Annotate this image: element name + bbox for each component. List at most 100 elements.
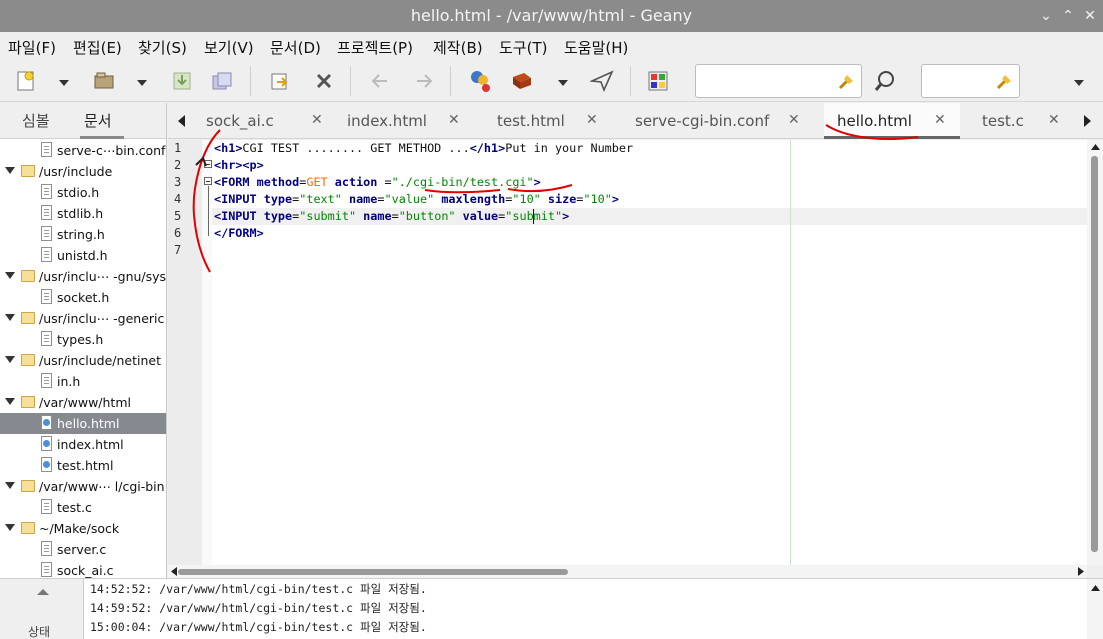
code-line[interactable]: <INPUT type="text" name="value" maxlengt… bbox=[214, 192, 619, 206]
tree-file[interactable]: unistd.h bbox=[0, 245, 166, 266]
scroll-right-icon[interactable] bbox=[1077, 567, 1085, 576]
tab-test-html[interactable]: test.html ✕ bbox=[470, 103, 606, 139]
close-tab-icon[interactable]: ✕ bbox=[586, 112, 598, 128]
menu-document[interactable]: 문서(D) bbox=[270, 37, 321, 58]
tab-serve-cgi-bin-conf[interactable]: serve-cgi-bin.conf ✕ bbox=[608, 103, 804, 139]
menu-build[interactable]: 제작(B) bbox=[433, 37, 483, 58]
code-line[interactable]: <FORM method=GET action ="./cgi-bin/test… bbox=[214, 175, 541, 189]
tree-folder[interactable]: /usr/include/netinet bbox=[0, 350, 166, 371]
tab-symbols[interactable]: 심볼 bbox=[22, 110, 50, 131]
tree-file[interactable]: serve-c⋯bin.conf bbox=[0, 140, 166, 161]
tab-documents[interactable]: 문서 bbox=[84, 110, 112, 131]
close-tab-icon[interactable]: ✕ bbox=[788, 112, 800, 128]
message-scrollbar[interactable] bbox=[1087, 579, 1103, 639]
save-all-icon[interactable] bbox=[206, 65, 238, 97]
menu-project[interactable]: 프로젝트(P) bbox=[337, 37, 413, 58]
menu-edit[interactable]: 편집(E) bbox=[73, 37, 122, 58]
tree-folder[interactable]: /usr/include bbox=[0, 161, 166, 182]
tree-file[interactable]: in.h bbox=[0, 371, 166, 392]
code-editor[interactable]: 1 2 3 4 5 6 7 <h1>CGI TEST ........ GET METHOD… bbox=[168, 140, 1103, 565]
tree-folder[interactable]: /var/www/html bbox=[0, 392, 166, 413]
close-icon[interactable] bbox=[308, 65, 340, 97]
clear-icon[interactable] bbox=[837, 72, 855, 90]
menu-tools[interactable]: 도구(T) bbox=[499, 37, 547, 58]
tree-folder[interactable]: /usr/inclu⋯ -generic bbox=[0, 308, 166, 329]
maximize-button[interactable]: ⌃ bbox=[1058, 6, 1078, 26]
color-chooser-icon[interactable] bbox=[642, 65, 674, 97]
tree-file[interactable]: sock_ai.c bbox=[0, 560, 166, 578]
clear-icon[interactable] bbox=[995, 72, 1013, 90]
scroll-up-icon[interactable] bbox=[37, 588, 49, 596]
expand-arrow-icon[interactable] bbox=[5, 356, 15, 363]
expand-arrow-icon[interactable] bbox=[5, 482, 15, 489]
back-icon[interactable] bbox=[364, 65, 396, 97]
code-line[interactable]: <h1>CGI TEST ........ GET METHOD ...</h1… bbox=[214, 141, 633, 155]
scroll-up-icon[interactable] bbox=[1091, 584, 1100, 592]
horizontal-scrollbar[interactable] bbox=[168, 565, 1087, 578]
scrollbar-thumb[interactable] bbox=[178, 569, 568, 575]
toolbar-overflow-icon[interactable] bbox=[1073, 74, 1085, 86]
open-file-dropdown-icon[interactable] bbox=[136, 74, 148, 86]
compile-icon[interactable] bbox=[464, 65, 496, 97]
tab-index-html[interactable]: index.html ✕ bbox=[332, 103, 468, 139]
new-file-icon[interactable] bbox=[10, 65, 42, 97]
close-tab-icon[interactable]: ✕ bbox=[311, 112, 323, 128]
tree-folder[interactable]: /var/www⋯ l/cgi-bin bbox=[0, 476, 166, 497]
expand-arrow-icon[interactable] bbox=[5, 167, 15, 174]
vertical-scrollbar[interactable] bbox=[1087, 140, 1103, 565]
search-input[interactable] bbox=[695, 64, 862, 98]
tab-sock-ai-c[interactable]: sock_ai.c ✕ bbox=[194, 103, 330, 139]
toolbar-separator bbox=[630, 66, 631, 96]
expand-arrow-icon[interactable] bbox=[5, 272, 15, 279]
tree-file[interactable]: index.html bbox=[0, 434, 166, 455]
tabs-scroll-left-icon[interactable] bbox=[178, 115, 185, 127]
tree-file[interactable]: hello.html bbox=[0, 413, 166, 434]
tree-file[interactable]: test.html bbox=[0, 455, 166, 476]
tree-file[interactable]: server.c bbox=[0, 539, 166, 560]
tree-file[interactable]: types.h bbox=[0, 329, 166, 350]
revert-icon[interactable] bbox=[264, 65, 296, 97]
run-icon[interactable] bbox=[586, 65, 618, 97]
scroll-left-icon[interactable] bbox=[170, 567, 178, 576]
save-icon[interactable] bbox=[166, 65, 198, 97]
minimize-button[interactable]: ⌄ bbox=[1036, 6, 1056, 26]
open-file-icon[interactable] bbox=[88, 65, 120, 97]
close-tab-icon[interactable]: ✕ bbox=[1048, 112, 1060, 128]
new-file-dropdown-icon[interactable] bbox=[58, 74, 70, 86]
expand-arrow-icon[interactable] bbox=[5, 398, 15, 405]
status-tab[interactable]: 상태 bbox=[28, 623, 50, 639]
tree-folder[interactable]: ~/Make/sock bbox=[0, 518, 166, 539]
code-line[interactable]: </FORM> bbox=[214, 226, 264, 240]
menu-file[interactable]: 파일(F) bbox=[8, 37, 56, 58]
tabs-scroll-right-icon[interactable] bbox=[1084, 115, 1091, 127]
fold-margin[interactable] bbox=[202, 140, 212, 565]
code-line[interactable]: <INPUT type="submit" name="button" value… bbox=[214, 209, 569, 223]
menu-view[interactable]: 보기(V) bbox=[204, 37, 254, 58]
expand-arrow-icon[interactable] bbox=[5, 314, 15, 321]
menu-help[interactable]: 도움말(H) bbox=[564, 37, 628, 58]
tab-test-c[interactable]: test.c ✕ bbox=[962, 103, 1072, 139]
tree-file[interactable]: stdio.h bbox=[0, 182, 166, 203]
goto-line-input[interactable] bbox=[921, 64, 1020, 98]
tree-label: server.c bbox=[57, 542, 107, 557]
expand-arrow-icon[interactable] bbox=[5, 524, 15, 531]
tree-file[interactable]: stdlib.h bbox=[0, 203, 166, 224]
tree-file[interactable]: test.c bbox=[0, 497, 166, 518]
fold-toggle-icon[interactable] bbox=[204, 160, 212, 168]
menu-search[interactable]: 찾기(S) bbox=[138, 37, 187, 58]
forward-icon[interactable] bbox=[408, 65, 440, 97]
build-dropdown-icon[interactable] bbox=[557, 74, 569, 86]
tab-hello-html[interactable]: hello.html ✕ bbox=[824, 103, 960, 139]
search-icon[interactable] bbox=[869, 65, 901, 97]
tree-file[interactable]: socket.h bbox=[0, 287, 166, 308]
scroll-up-icon[interactable] bbox=[1091, 143, 1100, 151]
close-tab-icon[interactable]: ✕ bbox=[448, 112, 460, 128]
tree-file[interactable]: string.h bbox=[0, 224, 166, 245]
fold-toggle-icon[interactable] bbox=[204, 177, 212, 185]
close-window-button[interactable]: ✕ bbox=[1080, 6, 1100, 26]
tree-folder[interactable]: /usr/inclu⋯ -gnu/sys bbox=[0, 266, 166, 287]
scrollbar-thumb[interactable] bbox=[1091, 156, 1098, 552]
build-icon[interactable] bbox=[506, 65, 538, 97]
close-tab-icon[interactable]: ✕ bbox=[934, 112, 946, 128]
code-line[interactable]: <hr><p> bbox=[214, 158, 264, 172]
